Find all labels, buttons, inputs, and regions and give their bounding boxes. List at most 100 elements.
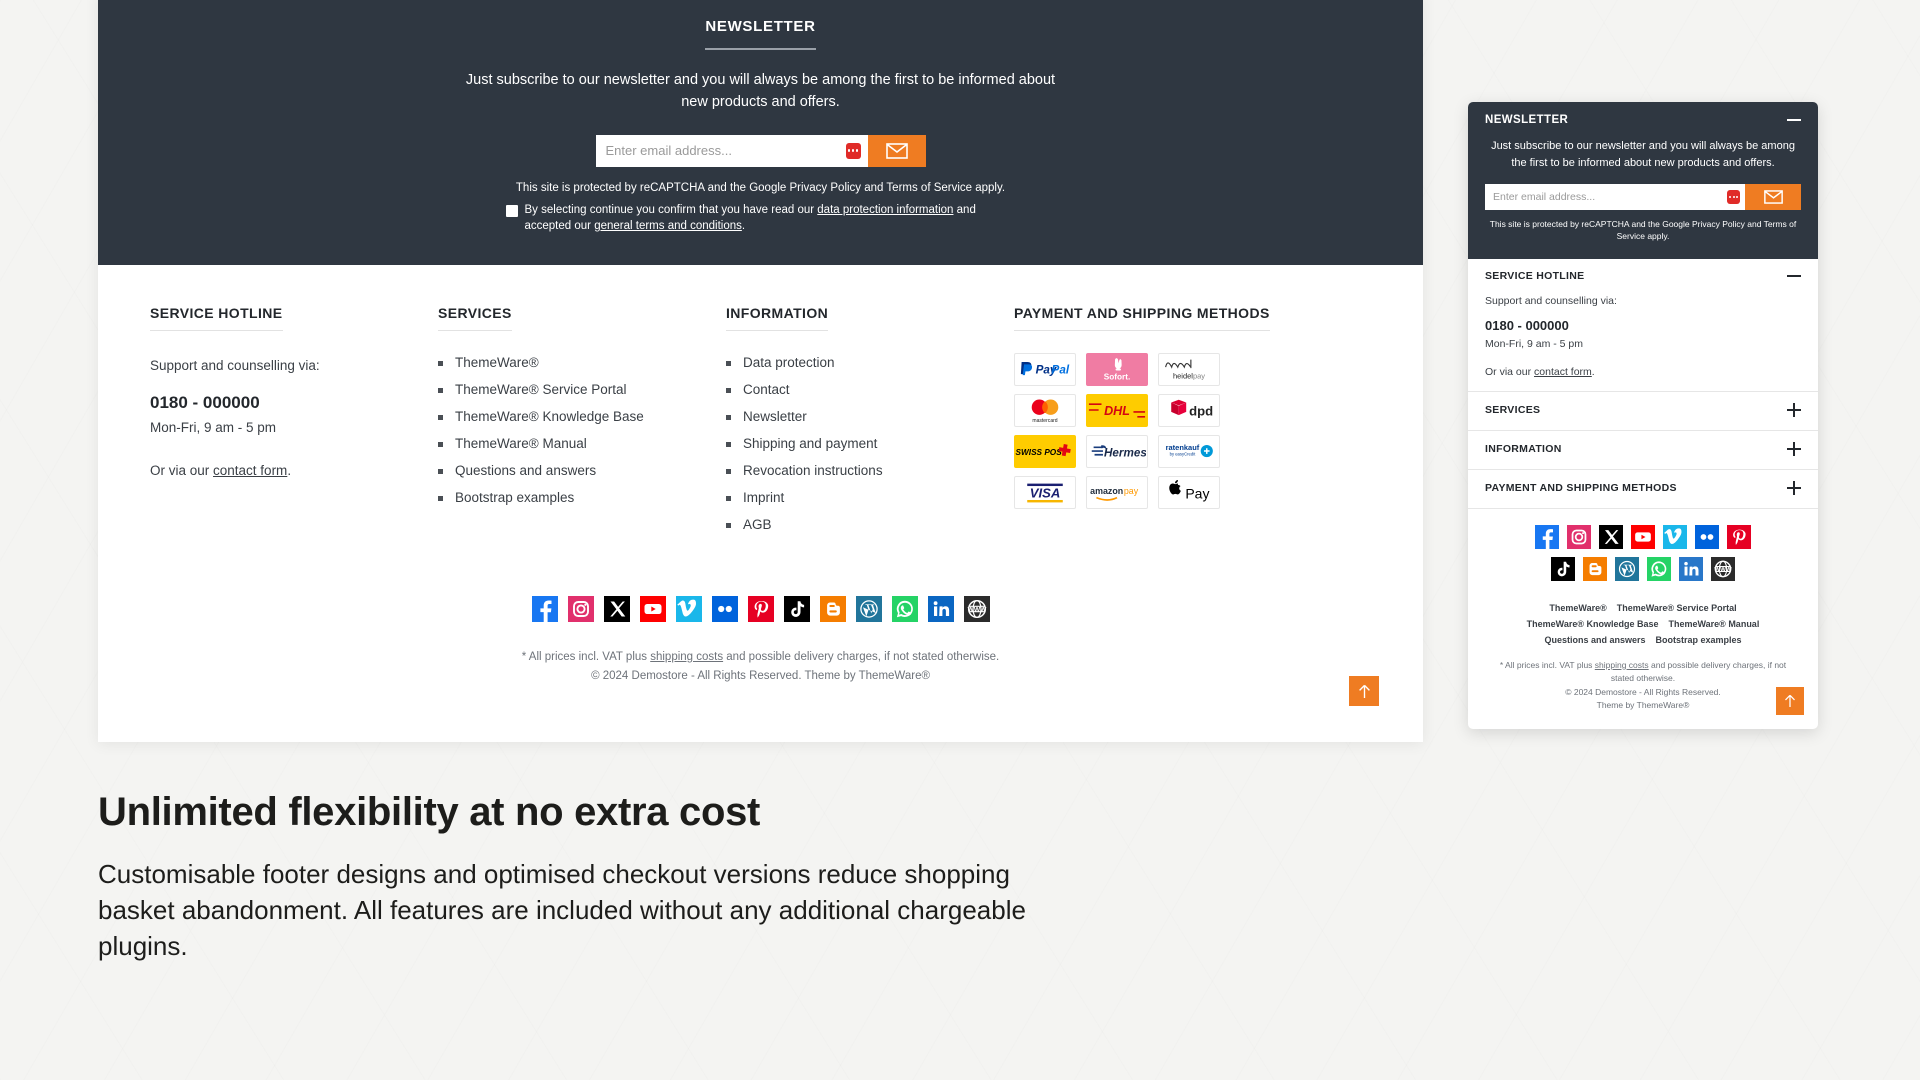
minus-icon[interactable] — [1787, 274, 1801, 277]
password-manager-icon[interactable] — [845, 142, 861, 159]
flickr-icon[interactable] — [1695, 525, 1719, 550]
paypal-logo: Pay Pal — [1014, 352, 1076, 386]
mobile-accordion-payment-header[interactable]: PAYMENT AND SHIPPING METHODS — [1485, 481, 1801, 496]
visa-logo: VISA — [1014, 475, 1076, 509]
newsletter-title-wrap: NEWSLETTER — [98, 18, 1423, 50]
list-item[interactable]: ThemeWare® Knowledge Base — [438, 409, 726, 436]
blogger-icon[interactable] — [1583, 557, 1607, 582]
mobile-accordion-services-header[interactable]: SERVICES — [1485, 403, 1801, 418]
instagram-icon[interactable] — [567, 595, 594, 622]
mobile-accordion-services[interactable]: SERVICES — [1468, 392, 1818, 432]
services-list: ThemeWare® ThemeWare® Service Portal The… — [438, 355, 726, 517]
tiktok-icon[interactable] — [783, 595, 810, 622]
svg-text:heidelpay: heidelpay — [1173, 371, 1205, 380]
mobile-accordion-payment[interactable]: PAYMENT AND SHIPPING METHODS — [1468, 470, 1818, 510]
mobile-link[interactable]: ThemeWare® Knowledge Base — [1527, 619, 1659, 629]
list-item[interactable]: ThemeWare® — [438, 355, 726, 382]
list-item[interactable]: AGB — [726, 517, 1014, 544]
minus-icon[interactable] — [1787, 119, 1801, 121]
list-item[interactable]: Data protection — [726, 355, 1014, 382]
newsletter-consent-inner: By selecting continue you confirm that y… — [505, 202, 1016, 235]
swiss-post-logo: SWISS POST — [1014, 434, 1076, 468]
social-links-row: WWW — [98, 595, 1423, 622]
whatsapp-icon[interactable] — [891, 595, 918, 622]
linkedin-icon[interactable] — [927, 595, 954, 622]
list-item[interactable]: ThemeWare® Service Portal — [438, 382, 726, 409]
list-item[interactable]: Imprint — [726, 490, 1014, 517]
www-icon[interactable]: WWW — [963, 595, 990, 622]
payment-logo-grid: Pay Pal Sofort. heidelpay mastercard DHL… — [1014, 352, 1314, 509]
list-item[interactable]: Bootstrap examples — [438, 490, 726, 517]
facebook-icon[interactable] — [531, 595, 558, 622]
mobile-hotline-phone: 0180 - 000000 — [1485, 318, 1569, 334]
list-item[interactable]: Revocation instructions — [726, 463, 1014, 490]
blogger-icon[interactable] — [819, 595, 846, 622]
hotline-support-label: Support and counselling via: — [150, 357, 320, 373]
shipping-costs-link[interactable]: shipping costs — [650, 651, 723, 663]
column-service-hotline: SERVICE HOTLINE Support and counselling … — [150, 305, 438, 544]
youtube-icon[interactable] — [1631, 525, 1655, 550]
data-protection-link[interactable]: data protection information — [817, 204, 953, 216]
newsletter-submit-button[interactable] — [867, 134, 926, 167]
newsletter-email-input[interactable] — [595, 134, 868, 167]
hotline-body: Support and counselling via: 0180 - 0000… — [150, 355, 438, 479]
list-item[interactable]: ThemeWare® Manual — [438, 436, 726, 463]
mobile-accordion-information-header[interactable]: INFORMATION — [1485, 442, 1801, 457]
linkedin-icon[interactable] — [1679, 557, 1703, 582]
scroll-to-top-button[interactable] — [1349, 676, 1379, 706]
vat-line: * All prices incl. VAT plus shipping cos… — [98, 648, 1423, 667]
x-twitter-icon[interactable] — [603, 595, 630, 622]
mobile-accordion-information[interactable]: INFORMATION — [1468, 431, 1818, 471]
plus-icon[interactable] — [1787, 481, 1801, 496]
tiktok-icon[interactable] — [1551, 557, 1575, 582]
plus-icon[interactable] — [1787, 403, 1801, 418]
mobile-contact-form-link[interactable]: contact form — [1534, 366, 1592, 378]
vimeo-icon[interactable] — [675, 595, 702, 622]
services-heading: SERVICES — [438, 305, 512, 331]
mobile-link[interactable]: ThemeWare® Service Portal — [1617, 603, 1737, 613]
list-item[interactable]: Questions and answers — [438, 463, 726, 490]
mobile-shipping-costs-link[interactable]: shipping costs — [1595, 660, 1649, 670]
mobile-hotline-contact-line: Or via our contact form. — [1485, 366, 1801, 378]
contact-pre: Or via our — [150, 463, 214, 479]
newsletter-consent-row: By selecting continue you confirm that y… — [98, 202, 1423, 235]
list-item[interactable]: Newsletter — [726, 409, 1014, 436]
vat-post: and possible delivery charges, if not st… — [723, 650, 1000, 663]
x-twitter-icon[interactable] — [1599, 525, 1623, 550]
terms-conditions-link[interactable]: general terms and conditions — [594, 220, 742, 232]
consent-checkbox[interactable] — [505, 204, 518, 217]
hotline-contact-line: Or via our contact form. — [150, 463, 438, 478]
svg-text:DHL: DHL — [1104, 404, 1130, 418]
mobile-newsletter-submit-button[interactable] — [1745, 184, 1801, 210]
mobile-link[interactable]: ThemeWare® — [1549, 603, 1606, 613]
svg-text:WWW: WWW — [1714, 567, 1731, 574]
youtube-icon[interactable] — [639, 595, 666, 622]
mobile-social-section: WWW — [1468, 509, 1818, 593]
pinterest-icon[interactable] — [1727, 525, 1751, 550]
instagram-icon[interactable] — [1567, 525, 1591, 550]
mobile-scroll-to-top-button[interactable] — [1776, 687, 1804, 716]
copyright-line: © 2024 Demostore - All Rights Reserved. … — [591, 669, 930, 682]
mobile-link[interactable]: ThemeWare® Manual — [1669, 619, 1760, 629]
pinterest-icon[interactable] — [747, 595, 774, 622]
password-manager-icon[interactable] — [1727, 190, 1740, 204]
list-item[interactable]: Contact — [726, 382, 1014, 409]
list-item[interactable]: Shipping and payment — [726, 436, 1014, 463]
www-icon[interactable]: WWW — [1711, 557, 1735, 582]
facebook-icon[interactable] — [1535, 525, 1559, 550]
promo-body: Customisable footer designs and optimise… — [98, 859, 1026, 961]
mobile-newsletter-header[interactable]: NEWSLETTER — [1485, 114, 1801, 126]
flickr-icon[interactable] — [711, 595, 738, 622]
vimeo-icon[interactable] — [1663, 525, 1687, 550]
mobile-accordion-hotline-header[interactable]: SERVICE HOTLINE — [1485, 270, 1801, 282]
wordpress-icon[interactable] — [1615, 557, 1639, 582]
plus-icon[interactable] — [1787, 442, 1801, 457]
mobile-newsletter-email-input[interactable] — [1485, 184, 1745, 210]
wordpress-icon[interactable] — [855, 595, 882, 622]
mobile-services-title: SERVICES — [1485, 404, 1541, 417]
whatsapp-icon[interactable] — [1647, 557, 1671, 582]
svg-text:by easyCredit: by easyCredit — [1170, 452, 1196, 457]
contact-form-link[interactable]: contact form — [213, 463, 287, 478]
mobile-link[interactable]: Questions and answers — [1544, 635, 1645, 645]
mobile-link[interactable]: Bootstrap examples — [1656, 635, 1742, 645]
